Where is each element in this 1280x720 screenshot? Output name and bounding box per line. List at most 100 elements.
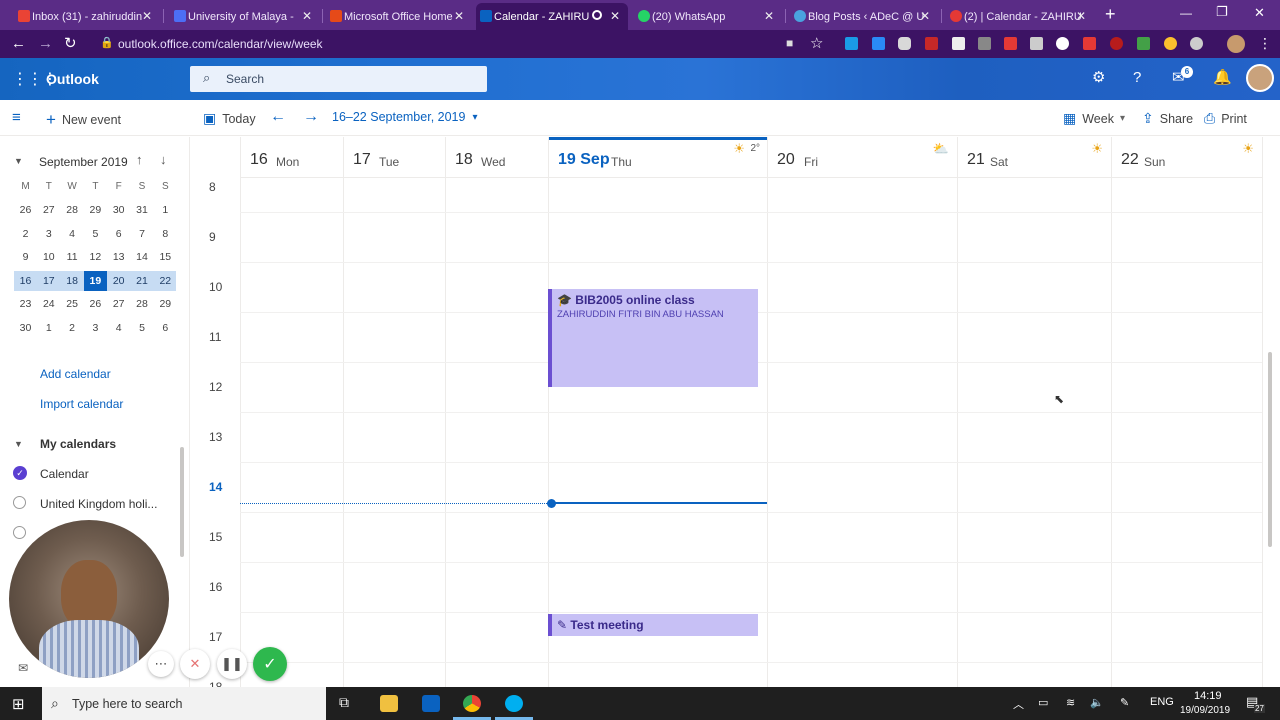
mini-calendar-day[interactable]: 31 (131, 200, 154, 220)
pocket-icon[interactable] (898, 37, 911, 50)
tray-chevron-icon[interactable]: ︿ (1013, 696, 1024, 712)
mini-calendar-day[interactable]: 30 (107, 200, 130, 220)
close-tab-icon[interactable]: ✕ (302, 9, 312, 23)
nav-scrollbar[interactable] (180, 447, 184, 557)
extension-icon[interactable] (952, 37, 965, 50)
volume-icon[interactable]: 🔈 (1090, 696, 1104, 709)
extension-icon[interactable] (1110, 37, 1123, 50)
day-header-tue[interactable]: 17 Tue (343, 137, 445, 178)
my-calendars-heading[interactable]: My calendars (40, 437, 116, 451)
address-bar[interactable]: 🔒 outlook.office.com/calendar/view/week (90, 33, 835, 55)
cancel-recording-icon[interactable]: ✕ (180, 649, 210, 679)
mini-calendar-day[interactable]: 28 (61, 200, 84, 220)
extension-icon[interactable] (925, 37, 938, 50)
window-close-icon[interactable]: ✕ (1254, 5, 1265, 21)
outlook-app-icon[interactable] (422, 695, 440, 712)
tab-calendar-2[interactable]: (2) | Calendar - ZAHIRU ✕ (946, 3, 1094, 30)
mini-calendar-day[interactable]: 26 (14, 200, 37, 220)
calendar-item[interactable]: Calendar (40, 467, 89, 481)
settings-icon[interactable]: ⚙ (1092, 70, 1105, 86)
mini-calendar-day[interactable]: 1 (37, 318, 60, 338)
mini-calendar-day[interactable]: 8 (154, 224, 177, 244)
event-bib2005-online-class[interactable]: 🎓 BIB2005 online class ZAHIRUDDIN FITRI … (548, 289, 758, 387)
extension-icon[interactable] (1030, 37, 1043, 50)
extension-icon[interactable] (1083, 37, 1096, 50)
unchecked-circle-icon[interactable] (13, 526, 26, 539)
close-tab-icon[interactable]: ✕ (920, 9, 930, 23)
forward-icon[interactable]: → (38, 35, 53, 52)
bell-icon[interactable]: 🔔 (1213, 70, 1232, 86)
tab-whatsapp[interactable]: (20) WhatsApp ✕ (634, 3, 782, 30)
tab-office[interactable]: Microsoft Office Home ✕ (326, 3, 472, 30)
camera-icon[interactable]: ■ (786, 36, 793, 50)
bookmark-star-icon[interactable]: ☆ (810, 34, 823, 52)
browser-menu-icon[interactable]: ⋮ (1258, 35, 1272, 52)
taskbar-search[interactable]: ⌕ Type here to search (42, 687, 326, 720)
mini-calendar-day[interactable]: 16 (14, 271, 37, 291)
mail-icon[interactable]: ✉ (18, 661, 28, 675)
mini-calendar-day[interactable]: 25 (61, 294, 84, 314)
mini-calendar-day[interactable]: 12 (84, 247, 107, 267)
new-tab-icon[interactable]: + (1105, 4, 1116, 25)
mini-calendar-day[interactable]: 30 (14, 318, 37, 338)
mini-calendar-day[interactable]: 5 (84, 224, 107, 244)
file-explorer-icon[interactable] (380, 695, 398, 712)
skype-icon[interactable] (505, 695, 523, 712)
language-indicator[interactable]: ENG (1150, 696, 1174, 708)
mini-calendar-day[interactable]: 29 (154, 294, 177, 314)
day-header-wed[interactable]: 18 Wed (445, 137, 548, 178)
search-box[interactable]: ⌕ Search (190, 66, 487, 92)
reload-icon[interactable]: ↻ (64, 34, 77, 52)
new-event-button[interactable]: + New event (46, 110, 121, 130)
mini-calendar-day[interactable]: 18 (61, 271, 84, 291)
extension-icon[interactable] (1190, 37, 1203, 50)
mini-calendar-day[interactable]: 15 (154, 247, 177, 267)
mini-calendar-day[interactable]: 21 (131, 271, 154, 291)
day-header-fri[interactable]: 20 Fri ⛅ (767, 137, 957, 178)
clock-time[interactable]: 14:19 (1194, 690, 1222, 702)
mini-calendar-day[interactable]: 24 (37, 294, 60, 314)
close-tab-icon[interactable]: ✕ (1076, 9, 1086, 23)
close-tab-icon[interactable]: ✕ (764, 9, 774, 23)
unchecked-circle-icon[interactable] (13, 496, 26, 509)
mini-calendar-day[interactable]: 6 (154, 318, 177, 338)
user-avatar[interactable] (1246, 64, 1274, 92)
close-tab-icon[interactable]: ✕ (142, 9, 152, 23)
mini-calendar-day[interactable]: 5 (131, 318, 154, 338)
pdf-icon[interactable] (1004, 37, 1017, 50)
back-icon[interactable]: ← (11, 35, 26, 52)
grid-scrollbar[interactable] (1268, 352, 1272, 547)
mini-calendar-title[interactable]: September 2019 (39, 155, 128, 169)
clock-date[interactable]: 19/09/2019 (1180, 705, 1230, 716)
mini-calendar-day[interactable]: 26 (84, 294, 107, 314)
mini-calendar-day[interactable]: 14 (131, 247, 154, 267)
add-calendar-link[interactable]: Add calendar (40, 367, 111, 381)
app-name[interactable]: Outlook (46, 71, 99, 87)
close-tab-icon[interactable]: ✕ (610, 9, 620, 23)
arrow-down-icon[interactable]: ↓ (160, 152, 167, 167)
checkmark-icon[interactable]: ✓ (13, 466, 27, 480)
mini-calendar-day[interactable]: 23 (14, 294, 37, 314)
mini-calendar-day[interactable]: 2 (61, 318, 84, 338)
extension-icon[interactable] (978, 37, 991, 50)
tab-blog-posts[interactable]: Blog Posts ‹ ADeC @ U ✕ (790, 3, 938, 30)
print-button[interactable]: ⎙ Print (1204, 110, 1247, 127)
view-switcher[interactable]: ▦ Week ▾ (1063, 110, 1125, 127)
tab-university[interactable]: University of Malaya - ✕ (170, 3, 320, 30)
maximize-icon[interactable]: ❐ (1216, 4, 1228, 20)
mini-calendar-day[interactable]: 17 (37, 271, 60, 291)
extension-icon[interactable] (1137, 37, 1150, 50)
mini-calendar-day[interactable]: 4 (61, 224, 84, 244)
hamburger-menu-icon[interactable]: ≡ (12, 109, 21, 126)
mini-calendar-day[interactable]: 13 (107, 247, 130, 267)
tab-inbox[interactable]: Inbox (31) - zahiruddin ✕ (14, 3, 160, 30)
mini-calendar-day[interactable]: 22 (154, 271, 177, 291)
mini-calendar-day[interactable]: 9 (14, 247, 37, 267)
today-button[interactable]: ▣ Today (203, 110, 256, 127)
wifi-icon[interactable]: ≋ (1066, 696, 1075, 709)
extension-icon[interactable] (1056, 37, 1069, 50)
extension-icon[interactable] (872, 37, 885, 50)
battery-icon[interactable]: ▭ (1038, 696, 1048, 709)
share-button[interactable]: ⇪ Share (1142, 110, 1193, 127)
more-options-icon[interactable]: ⋯ (148, 651, 174, 677)
